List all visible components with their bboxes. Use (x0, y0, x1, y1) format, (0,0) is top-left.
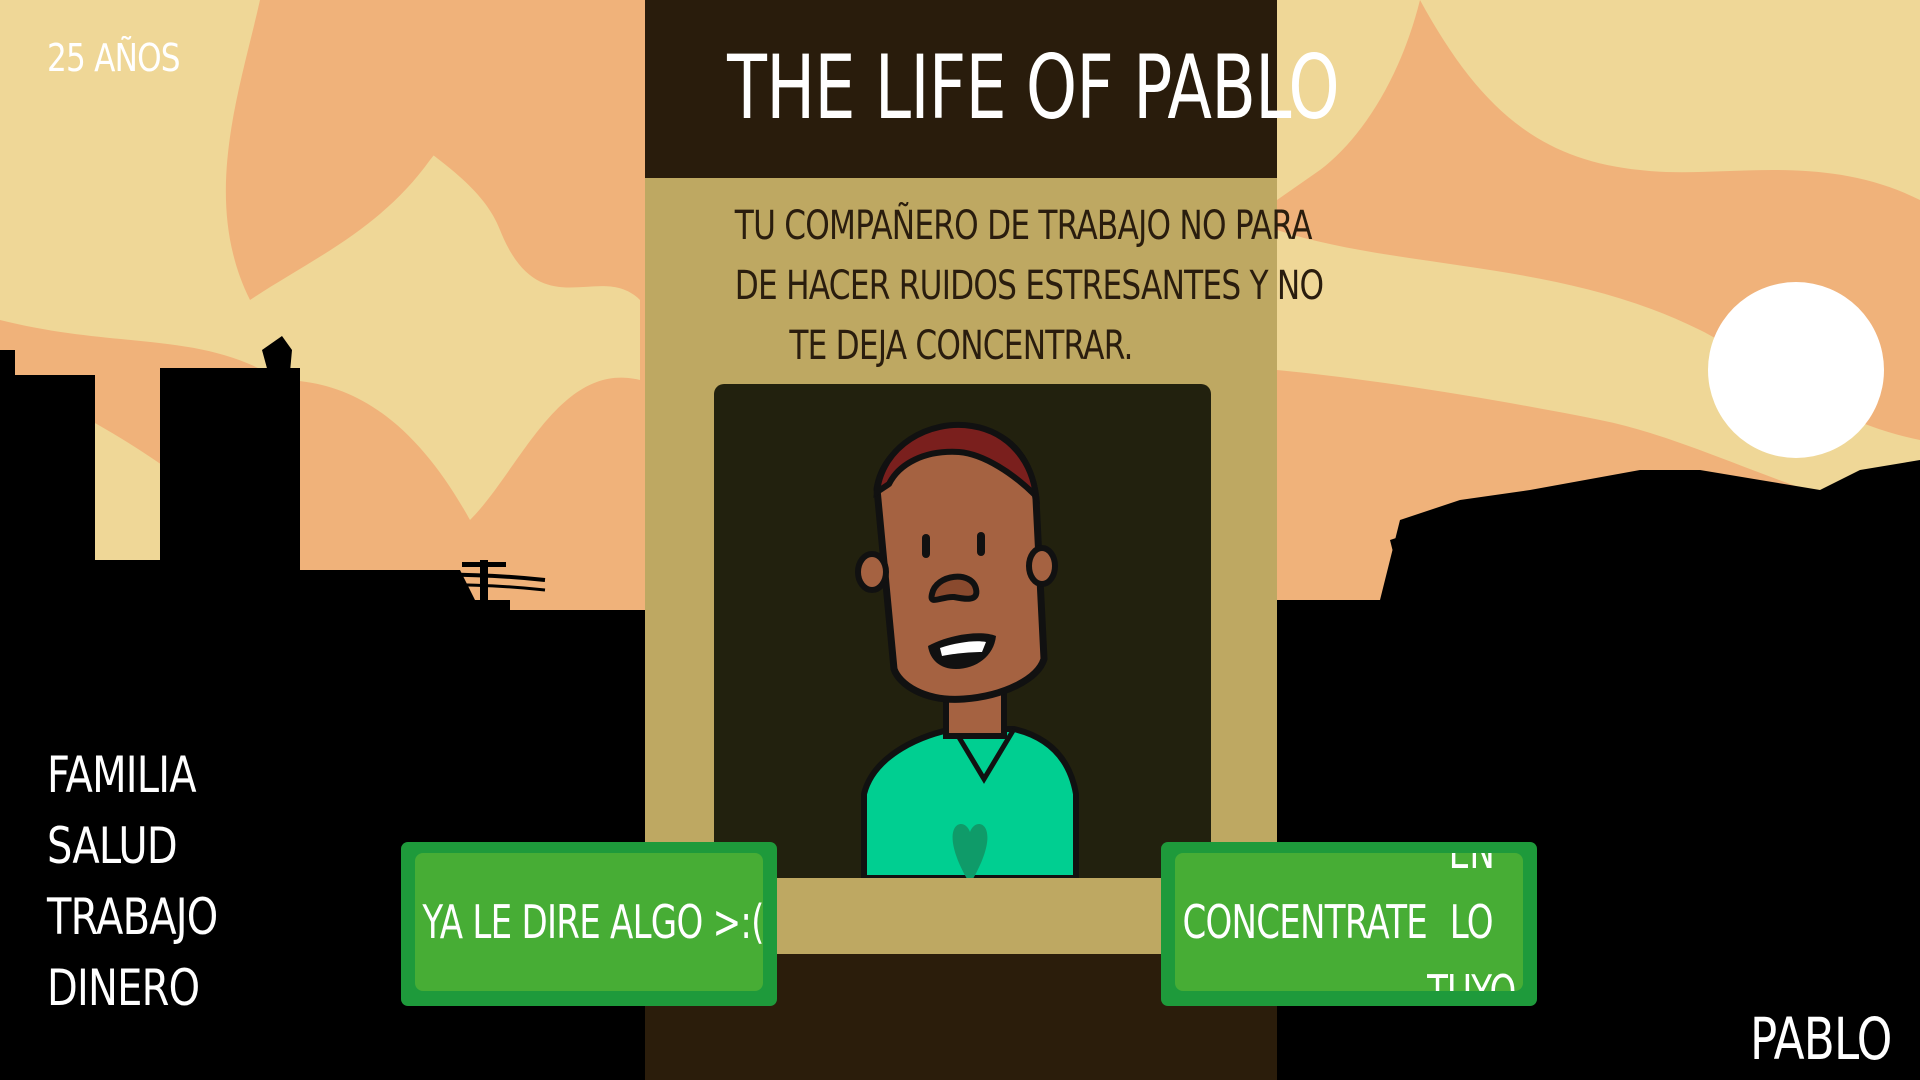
stat-salud: SALUD (47, 817, 178, 875)
stats-list: FAMILIA SALUD TRABAJO DINERO (47, 740, 260, 1024)
character-ear-right (1026, 545, 1058, 587)
stat-dinero: DINERO (47, 959, 200, 1017)
character-ear-left (855, 551, 889, 593)
utility-pole (480, 560, 488, 620)
character-eye-left (922, 534, 930, 558)
choice-left-face[interactable]: YA LE DIRE ALGO >:( (415, 853, 763, 991)
event-line: TE DEJA CONCENTRAR. (789, 323, 1133, 369)
coworker-portrait (855, 421, 1079, 878)
choice-right-button[interactable]: CONCENTRATE EN LO TUYO (1161, 842, 1537, 1006)
event-line: DE HACER RUIDOS ESTRESANTES Y NO (734, 263, 1324, 309)
stat-familia: FAMILIA (47, 746, 197, 804)
game-title: THE LIFE OF PABLO (727, 36, 1340, 139)
game-screen: 25 AÑOS FAMILIA SALUD TRABAJO DINERO PAB… (0, 0, 1920, 1080)
character-eye-right (977, 532, 985, 556)
choice-right-line1: CONCENTRATE (1182, 895, 1428, 949)
event-description: TU COMPAÑERO DE TRABAJO NO PARA DE HACER… (734, 196, 1324, 376)
choice-right-line2: EN LO TUYO (1427, 853, 1516, 991)
event-line: TU COMPAÑERO DE TRABAJO NO PARA (734, 203, 1313, 249)
character-portrait-frame (714, 384, 1211, 878)
card-header: THE LIFE OF PABLO (645, 0, 1340, 178)
choice-right-face[interactable]: CONCENTRATE EN LO TUYO (1175, 853, 1523, 991)
choice-left-button[interactable]: YA LE DIRE ALGO >:( (401, 842, 777, 1006)
utility-pole-arm (462, 562, 506, 567)
character-nose (928, 573, 980, 603)
stat-trabajo: TRABAJO (47, 888, 218, 946)
sun (1708, 282, 1884, 458)
choice-right-label: CONCENTRATE EN LO TUYO (1182, 853, 1516, 991)
player-name: PABLO (1750, 1005, 1892, 1073)
age-counter: 25 AÑOS (47, 36, 181, 80)
choice-left-label: YA LE DIRE ALGO >:( (422, 895, 763, 949)
